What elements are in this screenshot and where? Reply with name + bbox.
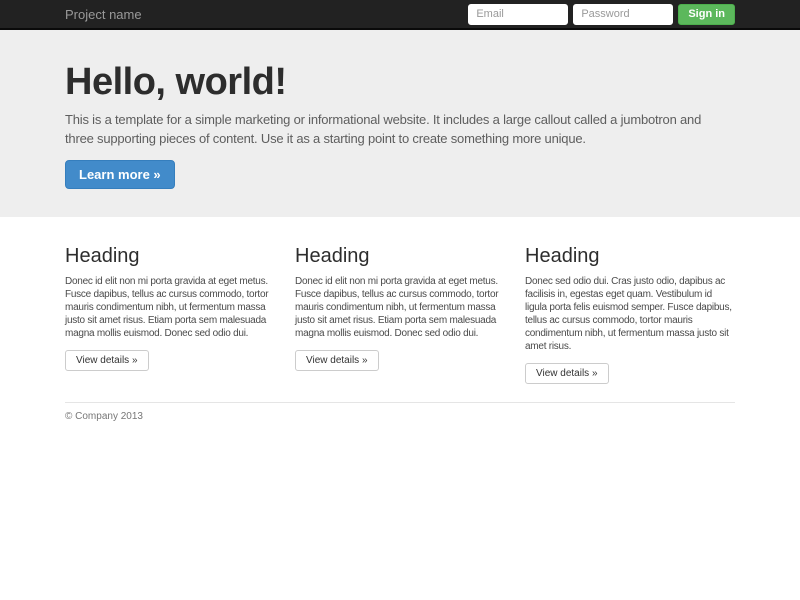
jumbotron: Hello, world! This is a template for a s… bbox=[0, 30, 800, 217]
footer-divider bbox=[65, 402, 735, 403]
view-details-button-3[interactable]: View details » bbox=[525, 363, 609, 384]
learn-more-button[interactable]: Learn more » bbox=[65, 160, 175, 189]
content-columns: Heading Donec id elit non mi porta gravi… bbox=[65, 245, 735, 384]
brand-link[interactable]: Project name bbox=[65, 7, 142, 22]
jumbotron-description: This is a template for a simple marketin… bbox=[65, 112, 702, 146]
content-column-1: Heading Donec id elit non mi porta gravi… bbox=[65, 245, 275, 384]
view-details-button-1[interactable]: View details » bbox=[65, 350, 149, 371]
navbar: Project name Sign in bbox=[0, 0, 800, 30]
footer: © Company 2013 bbox=[65, 402, 735, 422]
column-heading: Heading bbox=[295, 245, 370, 267]
view-details-button-2[interactable]: View details » bbox=[295, 350, 379, 371]
email-field[interactable] bbox=[468, 3, 569, 25]
column-heading: Heading bbox=[525, 245, 600, 267]
password-field[interactable] bbox=[573, 3, 674, 25]
content-column-3: Heading Donec sed odio dui. Cras justo o… bbox=[525, 245, 735, 384]
column-body: Donec sed odio dui. Cras justo odio, dap… bbox=[525, 276, 732, 352]
sign-in-button[interactable]: Sign in bbox=[678, 3, 735, 25]
column-body: Donec id elit non mi porta gravida at eg… bbox=[295, 276, 499, 339]
content-column-2: Heading Donec id elit non mi porta gravi… bbox=[295, 245, 505, 384]
jumbotron-title: Hello, world! bbox=[65, 61, 287, 103]
column-heading: Heading bbox=[65, 245, 140, 267]
column-body: Donec id elit non mi porta gravida at eg… bbox=[65, 276, 269, 339]
signin-form: Sign in bbox=[463, 3, 735, 25]
copyright-text: © Company 2013 bbox=[65, 411, 143, 422]
